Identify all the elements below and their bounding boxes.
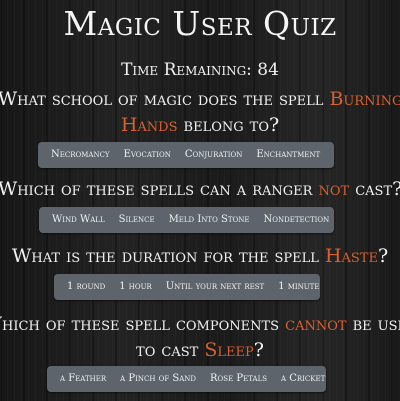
page-title: Magic User Quiz xyxy=(63,4,337,43)
question-4-highlight-1: cannot xyxy=(285,313,347,335)
option-button[interactable]: a Feather xyxy=(53,366,113,392)
question-1-text-end: belong to? xyxy=(177,114,280,136)
quiz-page: Magic User Quiz Time Remaining: 84 What … xyxy=(0,0,400,401)
question-4-text-start: Which of these spell components xyxy=(0,313,286,335)
question-3-text-end: ? xyxy=(377,245,389,267)
question-1-highlight-start: Burning xyxy=(329,88,400,110)
option-button[interactable]: Meld Into Stone xyxy=(162,207,257,233)
option-button[interactable]: a Pinch of Sand xyxy=(113,366,203,392)
option-button[interactable]: Silence xyxy=(112,207,162,233)
option-button[interactable]: Wind Wall xyxy=(45,207,112,233)
question-2-highlight: not xyxy=(318,178,350,200)
question-4-highlight-2: Sleep xyxy=(204,339,254,361)
question-1-text-start: What school of magic does the spell xyxy=(0,88,330,110)
option-button[interactable]: Rose Petals xyxy=(203,366,274,392)
question-3: What is the duration for the spell Haste… xyxy=(0,243,400,269)
question-4-options: a Feather a Pinch of Sand Rose Petals a … xyxy=(47,366,326,392)
option-button[interactable]: Conjuration xyxy=(178,142,249,168)
question-2-text-end: cast? xyxy=(349,178,400,200)
option-button[interactable]: Necromancy xyxy=(44,142,117,168)
option-button[interactable]: a Cricket xyxy=(274,366,332,392)
question-1: What school of magic does the spell Burn… xyxy=(0,86,400,138)
question-4-text-end: ? xyxy=(253,339,264,361)
option-button[interactable]: Nondetection xyxy=(257,207,337,233)
option-button[interactable]: Enchantment xyxy=(249,142,327,168)
option-button[interactable]: Until your next rest xyxy=(159,274,271,300)
question-3-highlight: Haste xyxy=(324,245,378,267)
question-3-options: 1 round 1 hour Until your next rest 1 mi… xyxy=(54,274,320,300)
question-4-text-mid: be used xyxy=(352,313,400,335)
timer-display: Time Remaining: 84 xyxy=(121,60,279,80)
option-button[interactable]: 1 minute xyxy=(271,274,326,300)
question-2: Which of these spells can a ranger not c… xyxy=(0,176,400,202)
question-4-text-line2: to cast xyxy=(136,339,205,361)
question-2-text-start: Which of these spells can a ranger xyxy=(0,178,319,200)
option-button[interactable]: 1 hour xyxy=(112,274,159,300)
question-3-text-start: What is the duration for the spell xyxy=(11,245,325,267)
question-2-options: Wind Wall Silence Meld Into Stone Nondet… xyxy=(39,207,334,233)
option-button[interactable]: 1 round xyxy=(60,274,112,300)
question-1-options: Necromancy Evocation Conjuration Enchant… xyxy=(38,142,334,168)
option-button[interactable]: Evocation xyxy=(117,142,178,168)
question-4: Which of these spell components cannot b… xyxy=(0,311,400,363)
question-1-highlight-end: Hands xyxy=(120,114,178,136)
